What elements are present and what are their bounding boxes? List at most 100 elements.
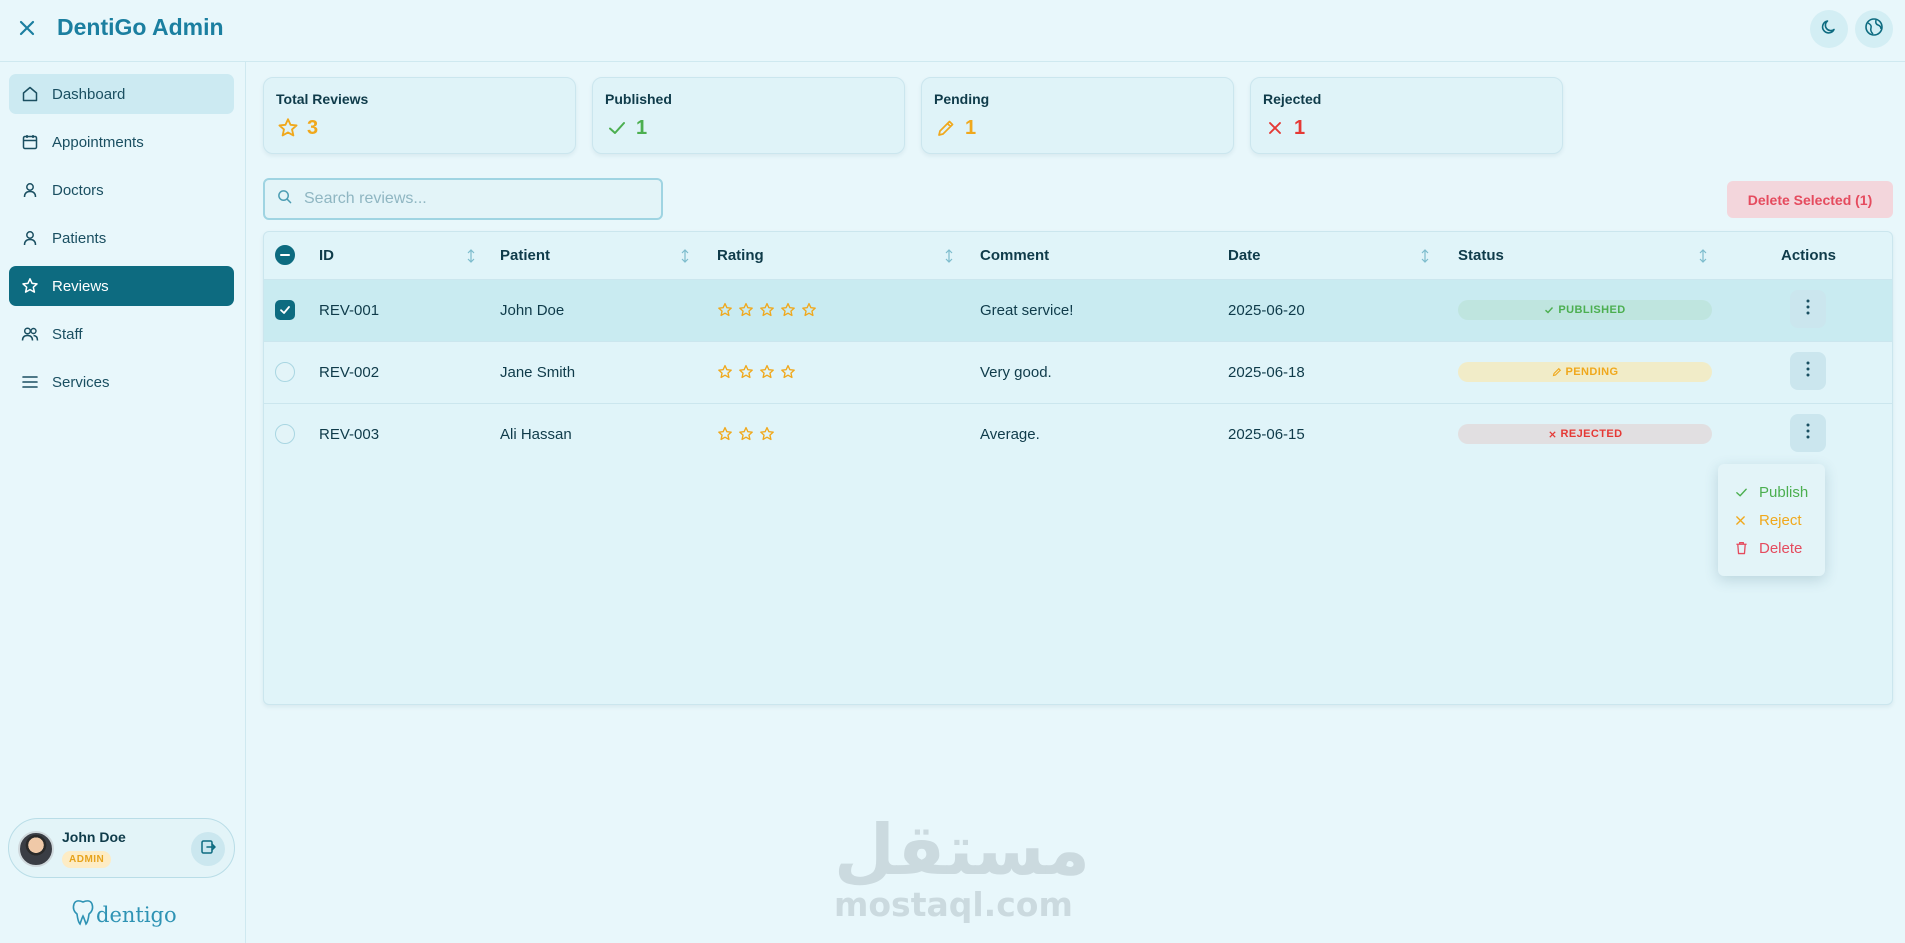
more-vertical-icon [1806, 299, 1810, 320]
row-actions-menu: Publish Reject Delete [1718, 464, 1825, 576]
sidebar-item-label: Doctors [52, 181, 104, 199]
top-bar: DentiGo Admin [0, 0, 1905, 62]
home-icon [21, 85, 39, 103]
star-icon [738, 301, 759, 319]
sidebar-item-doctors[interactable]: Doctors [9, 170, 234, 210]
role-badge: ADMIN [62, 851, 112, 868]
row-actions-button[interactable] [1790, 414, 1826, 452]
moon-icon [1820, 18, 1838, 41]
star-icon [717, 425, 738, 443]
sidebar-item-label: Patients [52, 229, 107, 247]
table-row[interactable]: REV-001 John Doe Great service! 2025-06-… [264, 279, 1892, 341]
app-title: DentiGo Admin [57, 14, 224, 40]
more-vertical-icon [1806, 423, 1810, 444]
stat-card-total-reviews: Total Reviews 3 [263, 77, 576, 154]
star-icon [21, 277, 39, 295]
check-icon [1544, 305, 1554, 315]
cell-id: REV-001 [319, 302, 380, 319]
menu-item-delete[interactable]: Delete [1718, 534, 1825, 562]
cell-comment: Average. [980, 426, 1040, 443]
sort-icon[interactable] [944, 247, 954, 265]
column-header-patient[interactable]: Patient [500, 247, 550, 264]
table-row[interactable]: REV-003 Ali Hassan Average. 2025-06-15 R… [264, 403, 1892, 465]
row-checkbox[interactable] [275, 424, 295, 444]
user-name: John Doe [62, 829, 126, 845]
stat-value: 1 [636, 116, 648, 139]
user-card: John Doe ADMIN [8, 818, 235, 878]
close-icon[interactable] [16, 17, 38, 39]
brand-logo: dentigo [70, 898, 177, 931]
sidebar-item-services[interactable]: Services [9, 362, 234, 402]
calendar-icon [21, 133, 39, 151]
sidebar-item-reviews[interactable]: Reviews [9, 266, 234, 306]
row-actions-button[interactable] [1790, 352, 1826, 390]
column-header-id[interactable]: ID [319, 247, 334, 264]
more-vertical-icon [1806, 361, 1810, 382]
logout-button[interactable] [191, 832, 225, 866]
sidebar-item-label: Appointments [52, 133, 144, 151]
sort-icon[interactable] [1420, 247, 1430, 265]
select-all-checkbox[interactable] [275, 245, 295, 265]
column-header-actions: Actions [1781, 247, 1837, 264]
theme-toggle-button[interactable] [1810, 10, 1848, 48]
sidebar-item-dashboard[interactable]: Dashboard [9, 74, 234, 114]
stat-label: Rejected [1263, 91, 1322, 107]
status-text: PENDING [1565, 366, 1619, 378]
row-checkbox[interactable] [275, 300, 295, 320]
column-header-status[interactable]: Status [1458, 247, 1504, 264]
sidebar-item-label: Services [52, 373, 110, 391]
star-icon [801, 301, 822, 319]
sidebar-item-patients[interactable]: Patients [9, 218, 234, 258]
cell-patient: John Doe [500, 302, 565, 319]
cell-comment: Very good. [980, 364, 1052, 381]
tooth-icon [70, 898, 96, 931]
pencil-icon [1552, 367, 1562, 377]
trash-icon [1735, 541, 1749, 555]
cell-date: 2025-06-15 [1228, 426, 1305, 443]
language-button[interactable] [1855, 10, 1893, 48]
brand-name: dentigo [96, 902, 177, 927]
row-checkbox[interactable] [275, 362, 295, 382]
star-icon [759, 301, 780, 319]
menu-item-publish[interactable]: Publish [1718, 478, 1825, 506]
star-icon [780, 301, 801, 319]
star-icon [738, 425, 759, 443]
status-text: PUBLISHED [1558, 304, 1626, 316]
cell-patient: Ali Hassan [500, 426, 572, 443]
stat-value: 1 [965, 116, 977, 139]
user-icon [21, 181, 39, 199]
sidebar-item-appointments[interactable]: Appointments [9, 122, 234, 162]
sidebar-item-label: Staff [52, 325, 83, 343]
sort-icon[interactable] [1698, 247, 1708, 265]
rating-stars [717, 301, 822, 319]
status-badge-pending: PENDING [1458, 362, 1712, 382]
stat-card-published: Published 1 [592, 77, 905, 154]
stat-card-pending: Pending 1 [921, 77, 1234, 154]
watermark: مستقل mostaql.com [834, 815, 1090, 925]
rating-stars [717, 363, 801, 381]
cell-patient: Jane Smith [500, 364, 576, 381]
cell-comment: Great service! [980, 302, 1074, 319]
sort-icon[interactable] [466, 247, 476, 265]
x-icon [1263, 116, 1287, 140]
star-icon [780, 363, 801, 381]
stat-value: 3 [307, 116, 319, 139]
star-icon [276, 116, 300, 140]
column-header-rating[interactable]: Rating [717, 247, 764, 264]
column-header-date[interactable]: Date [1228, 247, 1261, 264]
sidebar-item-staff[interactable]: Staff [9, 314, 234, 354]
sidebar-item-label: Reviews [52, 277, 109, 295]
menu-item-reject[interactable]: Reject [1718, 506, 1825, 534]
sidebar: Dashboard Appointments Doctors Patients … [0, 62, 246, 943]
table-row[interactable]: REV-002 Jane Smith Very good. 2025-06-18… [264, 341, 1892, 403]
star-icon [717, 363, 738, 381]
delete-selected-button[interactable]: Delete Selected (1) [1727, 181, 1893, 218]
star-icon [759, 425, 780, 443]
row-actions-button[interactable] [1790, 290, 1826, 328]
search-input[interactable] [304, 190, 634, 208]
pencil-icon [934, 116, 958, 140]
sort-icon[interactable] [680, 247, 690, 265]
status-badge-published: PUBLISHED [1458, 300, 1712, 320]
column-header-comment: Comment [980, 247, 1050, 264]
watermark-latin: mostaql.com [834, 885, 1073, 924]
